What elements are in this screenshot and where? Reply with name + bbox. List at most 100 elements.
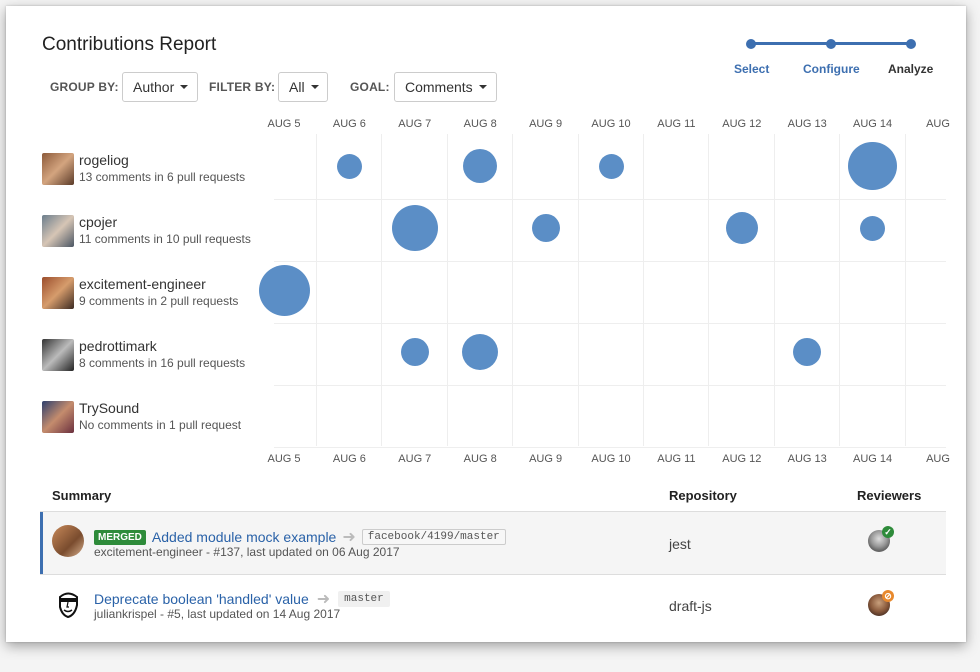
merged-badge: MERGED xyxy=(94,529,146,545)
avatar xyxy=(42,277,74,309)
contribution-bubble[interactable] xyxy=(400,338,429,366)
filter-by-label: FILTER BY: xyxy=(209,80,276,94)
grid-line-vertical xyxy=(773,134,775,446)
chevron-down-icon xyxy=(180,85,189,89)
contribution-bubble[interactable] xyxy=(336,153,362,179)
wizard-step-dot-configure[interactable] xyxy=(826,39,836,49)
pr-title-line: MERGED Added module mock example ➜ faceb… xyxy=(94,527,506,547)
grid-line-horizontal xyxy=(274,385,946,386)
contribution-bubble[interactable] xyxy=(462,333,499,371)
repository-name: draft-js xyxy=(669,598,712,614)
x-tick-label-top: AUG 11 xyxy=(657,118,696,130)
contribution-bubble[interactable] xyxy=(391,204,438,252)
avatar xyxy=(42,153,74,185)
report-card: Contributions Report GROUP BY: Author FI… xyxy=(6,6,966,642)
goal-dropdown[interactable]: Comments xyxy=(394,72,497,102)
group-by-value: Author xyxy=(133,79,175,95)
grid-line-horizontal xyxy=(274,199,946,200)
repository-name: jest xyxy=(669,536,691,552)
contribution-bubble[interactable] xyxy=(793,338,822,366)
chevron-down-icon xyxy=(478,85,487,89)
arrow-right-icon: ➜ xyxy=(342,529,356,546)
x-tick-label-bottom: AUG 14 xyxy=(853,453,893,465)
group-by-dropdown[interactable]: Author xyxy=(122,72,198,102)
contributor-stats: No comments in 1 pull request xyxy=(79,418,242,432)
pr-title-link[interactable]: Added module mock example xyxy=(152,529,336,545)
avatar xyxy=(42,215,74,247)
page-title: Contributions Report xyxy=(42,34,217,55)
pr-title-line: Deprecate boolean 'handled' value ➜ mast… xyxy=(94,589,390,609)
contributor-name[interactable]: TrySound xyxy=(79,400,139,416)
contribution-bubble[interactable] xyxy=(725,211,759,245)
grid-line-vertical xyxy=(512,134,514,446)
contributor-stats: 13 comments in 6 pull requests xyxy=(79,170,246,184)
contributor-name[interactable]: pedrottimark xyxy=(79,338,157,354)
contributor-name[interactable]: rogeliog xyxy=(79,152,129,168)
x-tick-label-top: AUG 6 xyxy=(332,118,366,130)
target-branch: facebook/4199/master xyxy=(361,529,506,545)
pr-title-link[interactable]: Deprecate boolean 'handled' value xyxy=(94,591,309,607)
x-tick-label-top: AUG xyxy=(926,118,950,130)
group-by-label: GROUP BY: xyxy=(50,80,119,94)
contribution-bubble[interactable] xyxy=(860,215,886,241)
filter-by-value: All xyxy=(289,79,305,95)
target-branch: master xyxy=(338,591,390,607)
repository-header: Repository xyxy=(669,488,737,503)
x-tick-label-top: AUG 10 xyxy=(591,118,631,130)
wizard-step-select[interactable]: Select xyxy=(734,62,769,76)
grid-line-horizontal xyxy=(274,323,946,324)
grid-line-vertical xyxy=(577,134,579,446)
contribution-bubble[interactable] xyxy=(462,148,498,184)
grid-line-horizontal xyxy=(274,261,946,262)
wizard-step-configure[interactable]: Configure xyxy=(803,62,860,76)
x-tick-label-bottom: AUG 12 xyxy=(722,453,762,465)
contributor-stats: 9 comments in 2 pull requests xyxy=(79,294,239,308)
filter-by-dropdown[interactable]: All xyxy=(278,72,328,102)
x-tick-label-bottom: AUG 8 xyxy=(463,453,497,465)
pr-meta: excitement-engineer - #137, last updated… xyxy=(94,545,400,559)
x-tick-label-top: AUG 14 xyxy=(853,118,893,130)
pending-review-icon: ⊘ xyxy=(882,590,894,602)
wizard-step-dot-select[interactable] xyxy=(746,39,756,49)
x-tick-label-bottom: AUG 13 xyxy=(787,453,827,465)
contribution-bubble[interactable] xyxy=(598,153,624,179)
goal-label: GOAL: xyxy=(350,80,390,94)
grid-line-vertical xyxy=(708,134,710,446)
contribution-bubble[interactable] xyxy=(531,214,560,242)
wizard-step-dot-analyze[interactable] xyxy=(906,39,916,49)
grid-line-vertical xyxy=(381,134,383,446)
x-tick-label-top: AUG 9 xyxy=(529,118,563,130)
contribution-bubble[interactable] xyxy=(258,264,310,316)
x-tick-label-top: AUG 12 xyxy=(722,118,762,130)
goal-value: Comments xyxy=(405,79,473,95)
pr-meta: juliankrispel - #5, last updated on 14 A… xyxy=(94,607,341,621)
x-tick-label-top: AUG 5 xyxy=(267,118,301,130)
x-tick-label-top: AUG 7 xyxy=(398,118,432,130)
arrow-right-icon: ➜ xyxy=(316,591,331,608)
grid-line-vertical xyxy=(839,134,841,446)
avatar xyxy=(52,525,84,557)
contributor-stats: 8 comments in 16 pull requests xyxy=(79,356,246,370)
avatar xyxy=(42,401,74,433)
x-tick-label-top: AUG 13 xyxy=(787,118,827,130)
grid-line-vertical xyxy=(316,134,317,446)
x-tick-label-bottom: AUG 5 xyxy=(267,453,301,465)
contributor-name[interactable]: excitement-engineer xyxy=(79,276,206,292)
reviewers-header: Reviewers xyxy=(857,488,922,503)
x-tick-label-bottom: AUG 9 xyxy=(529,453,563,465)
approved-check-icon: ✓ xyxy=(882,526,894,538)
x-tick-label-bottom: AUG 6 xyxy=(332,453,366,465)
contributor-name[interactable]: cpojer xyxy=(79,214,117,230)
chevron-down-icon xyxy=(310,85,319,89)
contribution-bubble[interactable] xyxy=(848,141,897,191)
x-tick-label-bottom: AUG 10 xyxy=(591,453,631,465)
face-sketch-icon xyxy=(59,592,78,619)
wizard-step-analyze[interactable]: Analyze xyxy=(888,62,933,76)
grid-line-vertical xyxy=(904,134,906,446)
grid-line-vertical xyxy=(643,134,644,446)
x-tick-label-top: AUG 8 xyxy=(463,118,497,130)
summary-header: Summary xyxy=(52,488,112,503)
contributor-stats: 11 comments in 10 pull requests xyxy=(79,232,251,246)
avatar xyxy=(42,339,74,371)
x-tick-label-bottom: AUG 11 xyxy=(657,453,696,465)
